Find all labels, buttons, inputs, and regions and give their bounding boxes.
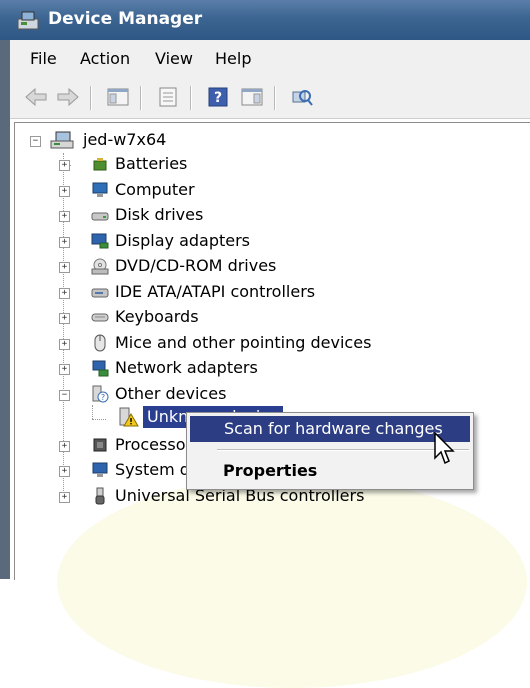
display-adapter-icon xyxy=(91,233,109,249)
collapse-toggle[interactable]: − xyxy=(30,136,41,147)
tree-item-disk-drives[interactable]: Disk drives xyxy=(115,205,203,224)
tree-item-computer[interactable]: Computer xyxy=(115,180,195,199)
computer-icon xyxy=(50,131,74,149)
toolbar-separator xyxy=(140,86,142,110)
toolbar-separator xyxy=(274,86,276,110)
window-border xyxy=(0,40,10,579)
menu-item-scan-label: Scan for hardware changes xyxy=(224,419,443,438)
tree-item-batteries[interactable]: Batteries xyxy=(115,154,187,173)
tree-connector xyxy=(92,419,106,420)
tree-root-label[interactable]: jed-w7x64 xyxy=(83,130,166,149)
computer-icon xyxy=(92,182,108,197)
warning-device-icon xyxy=(119,407,139,427)
tree-item-keyboards[interactable]: Keyboards xyxy=(115,307,199,326)
title-bar: Device Manager xyxy=(0,0,530,40)
toolbar-separator xyxy=(190,86,192,110)
expand-toggle[interactable]: + xyxy=(59,441,70,452)
menu-action[interactable]: Action xyxy=(80,49,130,68)
back-arrow-icon[interactable] xyxy=(24,86,48,108)
system-devices-icon xyxy=(92,462,108,477)
properties-icon[interactable] xyxy=(156,86,180,108)
tree-item-display-adapters[interactable]: Display adapters xyxy=(115,231,250,250)
toolbar: ? xyxy=(10,78,530,119)
expand-toggle[interactable]: + xyxy=(59,492,70,503)
expand-toggle[interactable]: + xyxy=(59,466,70,477)
expand-toggle[interactable]: + xyxy=(59,339,70,350)
action-pane-icon[interactable] xyxy=(240,86,264,108)
device-tree-panel: − jed-w7x64 + Batteries + Computer + Dis… xyxy=(14,122,530,688)
device-manager-icon xyxy=(17,11,39,30)
expand-toggle[interactable]: + xyxy=(59,211,70,222)
window-title: Device Manager xyxy=(48,9,203,29)
tree-item-dvd-cd-rom-drives[interactable]: DVD/CD-ROM drives xyxy=(115,256,276,275)
battery-icon xyxy=(93,158,107,171)
usb-icon xyxy=(95,487,105,505)
menu-help[interactable]: Help xyxy=(215,49,251,68)
keyboard-icon xyxy=(91,313,109,322)
context-menu: Scan for hardware changes Properties xyxy=(186,412,474,490)
expand-toggle[interactable]: + xyxy=(59,288,70,299)
tree-item-mice[interactable]: Mice and other pointing devices xyxy=(115,333,371,352)
collapse-toggle[interactable]: − xyxy=(59,390,70,401)
menu-divider xyxy=(217,449,469,451)
ide-controller-icon xyxy=(91,288,109,298)
expand-toggle[interactable]: + xyxy=(59,237,70,248)
tree-connector xyxy=(92,405,93,419)
tree-item-network-adapters[interactable]: Network adapters xyxy=(115,358,258,377)
mouse-cursor-icon xyxy=(434,432,455,465)
other-devices-icon: ? xyxy=(92,385,109,403)
svg-text:?: ? xyxy=(101,393,105,402)
tree-item-other-devices[interactable]: Other devices xyxy=(115,384,226,403)
forward-arrow-icon[interactable] xyxy=(56,86,80,108)
scan-hardware-icon[interactable] xyxy=(290,86,314,108)
expand-toggle[interactable]: + xyxy=(59,160,70,171)
menu-view[interactable]: View xyxy=(155,49,193,68)
menu-item-scan-hardware[interactable]: Scan for hardware changes xyxy=(190,416,470,442)
expand-toggle[interactable]: + xyxy=(59,313,70,324)
mouse-icon xyxy=(94,334,106,352)
tree-item-ide-ata-atapi-controllers[interactable]: IDE ATA/ATAPI controllers xyxy=(115,282,315,301)
menu-bar: File Action View Help xyxy=(10,40,530,79)
disk-drive-icon xyxy=(91,212,109,221)
dvd-drive-icon xyxy=(91,258,109,275)
menu-file[interactable]: File xyxy=(30,49,57,68)
menu-item-properties[interactable]: Properties xyxy=(223,461,317,480)
console-tree-icon[interactable] xyxy=(106,86,130,108)
expand-toggle[interactable]: + xyxy=(59,364,70,375)
device-tree: − jed-w7x64 + Batteries + Computer + Dis… xyxy=(15,123,530,580)
tree-item-processors[interactable]: Processor xyxy=(115,435,192,454)
svg-text:?: ? xyxy=(214,90,222,106)
expand-toggle[interactable]: + xyxy=(59,262,70,273)
toolbar-separator xyxy=(90,86,92,110)
processor-icon xyxy=(93,438,107,452)
help-icon[interactable]: ? xyxy=(206,86,230,108)
expand-toggle[interactable]: + xyxy=(59,186,70,197)
network-adapter-icon xyxy=(92,360,109,377)
